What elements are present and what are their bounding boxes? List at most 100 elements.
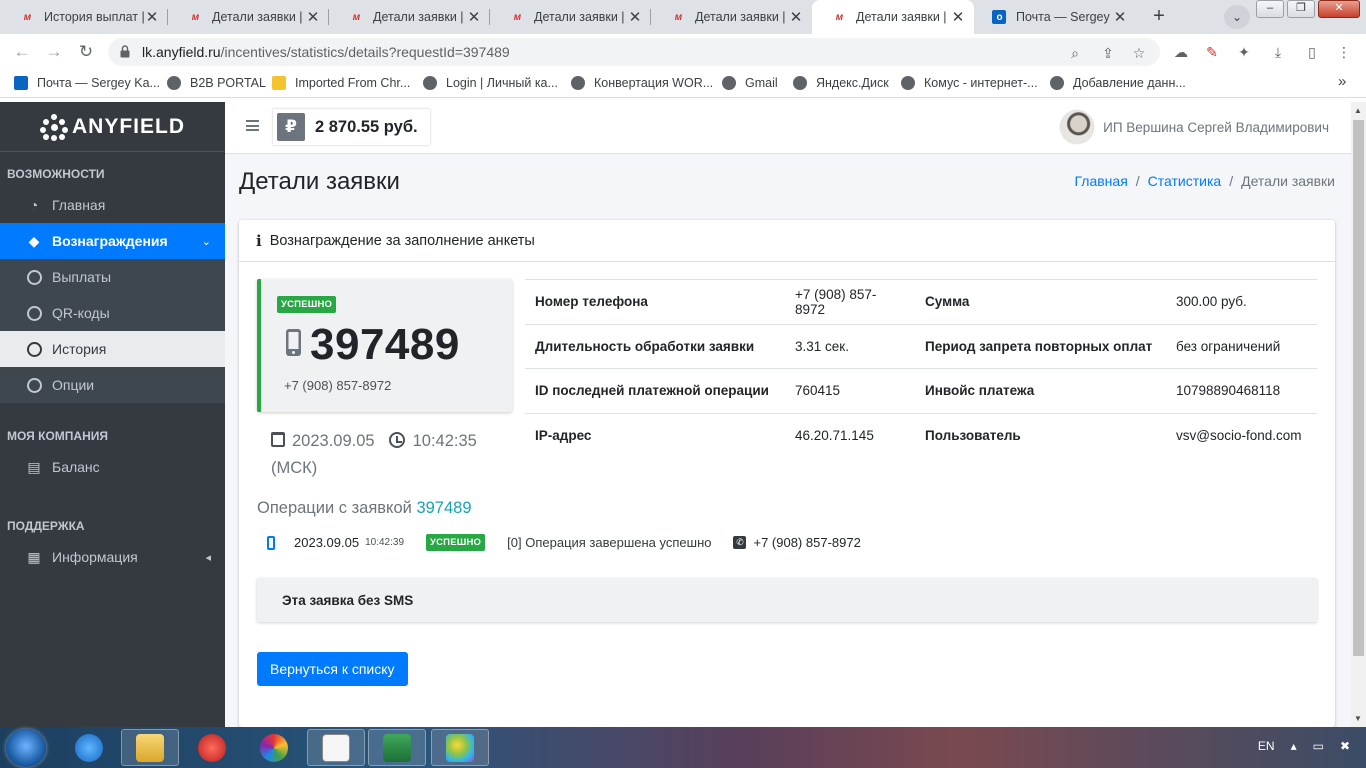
tab-payout-history[interactable]: ᴍ История выплат | Л ✕ — [0, 0, 168, 34]
sidebar-item-label: Информация — [52, 549, 138, 565]
side-panel-icon[interactable]: ▯ — [1303, 43, 1321, 61]
hamburger-menu-icon[interactable] — [246, 120, 259, 131]
balance-widget[interactable]: ₽ 2 870.55 руб. — [273, 109, 430, 145]
bookmark-b2b-portal[interactable]: B2B PORTAL — [167, 76, 266, 90]
bookmark-gmail[interactable]: Gmail — [722, 76, 778, 90]
close-icon[interactable]: ✕ — [1112, 8, 1128, 26]
close-icon[interactable]: ✕ — [627, 8, 643, 26]
tab-mail[interactable]: o Почта — Sergey K ✕ — [974, 0, 1136, 34]
extension-counter-icon[interactable]: ☁ — [1172, 43, 1190, 61]
tab-request-details-2[interactable]: ᴍ Детали заявки | Л ✕ — [329, 0, 490, 34]
bookmark-conversion[interactable]: Конвертация WOR... — [571, 76, 713, 90]
extension-red-icon[interactable]: ✎ — [1203, 43, 1221, 61]
url-path: /incentives/statistics/details?requestId… — [220, 44, 510, 60]
forward-arrow-icon[interactable]: → — [44, 42, 64, 62]
star-icon[interactable]: ☆ — [1130, 44, 1148, 62]
close-icon[interactable]: ✕ — [305, 8, 321, 26]
sidebar-item-label: Выплаты — [52, 269, 112, 285]
breadcrumb-statistics-link[interactable]: Статистика — [1148, 173, 1222, 189]
brand-logo[interactable]: ANYFIELD — [0, 102, 225, 152]
nav-header-my-company: МОЯ КОМПАНИЯ — [7, 429, 108, 443]
detail-value: 3.31 сек. — [785, 323, 915, 369]
bookmark-komus[interactable]: Комус - интернет-... — [901, 76, 1038, 90]
internet-explorer-icon[interactable] — [60, 729, 118, 766]
tab-request-details-active[interactable]: ᴍ Детали заявки | Л ✕ — [812, 0, 974, 34]
sidebar-item-information[interactable]: ▦ Информация ◂ — [0, 539, 225, 575]
app-swirl-icon[interactable] — [245, 729, 303, 766]
sidebar-item-qr-codes[interactable]: QR-коды — [0, 295, 225, 331]
operations-request-link[interactable]: 397489 — [416, 499, 471, 517]
tab-request-details-3[interactable]: ᴍ Детали заявки | Л ✕ — [490, 0, 651, 34]
bookmark-label: Конвертация WOR... — [594, 76, 714, 90]
breadcrumb-home-link[interactable]: Главная — [1074, 173, 1127, 189]
download-icon[interactable]: ⤓ — [1269, 43, 1287, 61]
volume-icon[interactable]: ✖ — [1340, 739, 1350, 753]
bookmark-add-data[interactable]: Добавление данн... — [1050, 76, 1186, 90]
sidebar-item-label: QR-коды — [52, 305, 110, 321]
back-arrow-icon[interactable]: ← — [12, 42, 32, 62]
sidebar-item-options[interactable]: Опции — [0, 367, 225, 403]
detail-value: 10798890468118 — [1166, 368, 1317, 413]
bookmark-yandex-disk[interactable]: Яндекс.Диск — [793, 76, 889, 90]
tray-arrow-icon[interactable]: ▴ — [1291, 739, 1297, 753]
tab-search-chevron-icon[interactable]: ⌄ — [1224, 5, 1250, 29]
sidebar: ANYFIELD ВОЗМОЖНОСТИ ◔ Главная ◆ Вознагр… — [0, 102, 225, 727]
page-scrollbar[interactable]: ▲ ▼ — [1351, 102, 1366, 727]
detail-label: Длительность обработки заявки — [525, 323, 785, 369]
sidebar-item-history[interactable]: История — [0, 331, 225, 367]
operation-time: 10:42:39 — [365, 537, 405, 548]
bookmark-imported-folder[interactable]: Imported From Chr... — [272, 76, 410, 90]
bookmark-mail[interactable]: Почта — Sergey Ka... — [14, 76, 160, 90]
operation-date: 2023.09.05 — [294, 535, 360, 550]
request-datetime: 2023.09.05 10:42:35 (МСК) — [271, 428, 501, 482]
avatar — [1061, 111, 1094, 143]
globe-icon — [901, 76, 915, 90]
close-icon[interactable]: ✕ — [144, 8, 160, 26]
new-tab-button[interactable]: + — [1146, 5, 1172, 29]
close-icon[interactable]: ✕ — [466, 8, 482, 26]
close-icon[interactable]: ✕ — [788, 8, 804, 26]
notepad-icon[interactable] — [307, 729, 365, 766]
sidebar-item-rewards[interactable]: ◆ Вознаграждения ⌄ — [0, 223, 225, 259]
extensions-puzzle-icon[interactable]: ✦ — [1235, 43, 1253, 61]
back-to-list-button[interactable]: Вернуться к списку — [257, 652, 408, 686]
excel-icon[interactable] — [368, 729, 426, 766]
user-menu[interactable]: ИП Вершина Сергей Владимирович — [1061, 111, 1329, 143]
system-tray: EN ▴ ▭ ✖ — [1242, 739, 1350, 753]
minimize-button[interactable]: – — [1256, 0, 1284, 18]
bookmarks-overflow-icon[interactable]: » — [1338, 73, 1346, 90]
bookmark-label: Комус - интернет-... — [924, 76, 1038, 90]
app-red-icon[interactable] — [183, 729, 241, 766]
tab-request-details-1[interactable]: ᴍ Детали заявки | Л ✕ — [168, 0, 329, 34]
sms-note: Эта заявка без SMS — [257, 578, 1317, 622]
calendar-icon — [271, 432, 285, 447]
bookmarks-bar: Почта — Sergey Ka... B2B PORTAL Imported… — [0, 70, 1366, 98]
globe-icon — [423, 76, 437, 90]
sidebar-item-home[interactable]: ◔ Главная — [0, 187, 225, 223]
sidebar-item-balance[interactable]: ▤ Баланс — [0, 449, 225, 485]
network-icon[interactable]: ▭ — [1313, 739, 1324, 753]
close-icon[interactable]: ✕ — [950, 8, 966, 26]
tab-title: Детали заявки | Л — [212, 10, 305, 24]
detail-label: Период запрета повторных оплат — [915, 323, 1166, 369]
file-explorer-icon[interactable] — [121, 729, 179, 766]
bookmark-login[interactable]: Login | Личный ка... — [423, 76, 558, 90]
scroll-up-icon[interactable]: ▲ — [1354, 106, 1362, 115]
scroll-down-icon[interactable]: ▼ — [1354, 714, 1362, 723]
reload-icon[interactable]: ↻ — [76, 42, 96, 62]
tab-request-details-4[interactable]: ᴍ Детали заявки | Л ✕ — [651, 0, 812, 34]
sidebar-item-payouts[interactable]: Выплаты — [0, 259, 225, 295]
detail-label: Инвойс платежа — [915, 368, 1166, 413]
paint-icon[interactable] — [431, 729, 489, 766]
outlook-icon — [14, 76, 28, 90]
start-button-icon[interactable] — [6, 729, 46, 767]
share-icon[interactable]: ⇪ — [1099, 44, 1117, 62]
zoom-icon[interactable]: ⌕ — [1066, 44, 1084, 62]
language-indicator[interactable]: EN — [1258, 739, 1275, 753]
diamond-icon: ◆ — [28, 232, 40, 249]
close-window-button[interactable]: ✕ — [1318, 0, 1360, 18]
restore-button[interactable]: ❐ — [1287, 0, 1315, 18]
scrollbar-thumb[interactable] — [1353, 120, 1364, 656]
menu-kebab-icon[interactable]: ⋮ — [1335, 43, 1353, 61]
url-bar[interactable]: lk.anyfield.ru/incentives/statistics/det… — [108, 38, 1160, 66]
